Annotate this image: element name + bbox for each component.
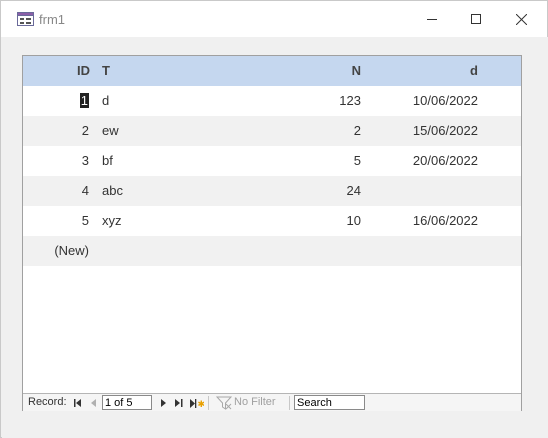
record-list: 1 d 123 10/06/2022 2 ew 2 15/06/2022 3 b…: [23, 86, 521, 266]
access-form-window: frm1 ID T N d 1 d 123 10/06/2022 2 ew 2 …: [0, 0, 548, 438]
cell-n[interactable]: 24: [223, 176, 361, 206]
cell-d[interactable]: [368, 176, 478, 206]
record-label: Record:: [28, 396, 67, 408]
last-record-icon: [175, 399, 183, 407]
close-icon: [515, 13, 527, 25]
record-position-input[interactable]: [102, 395, 152, 410]
minimize-icon: [427, 19, 437, 20]
filter-icon: [216, 396, 232, 410]
previous-record-button[interactable]: [88, 397, 100, 409]
datasheet: ID T N d 1 d 123 10/06/2022 2 ew 2 15/06…: [22, 55, 522, 411]
table-row[interactable]: 2 ew 2 15/06/2022: [23, 116, 521, 146]
cell-t[interactable]: d: [102, 86, 222, 116]
cell-n[interactable]: 10: [223, 206, 361, 236]
form-area: ID T N d 1 d 123 10/06/2022 2 ew 2 15/06…: [2, 37, 548, 438]
new-record-icon: ✱: [190, 398, 205, 408]
next-record-button[interactable]: [158, 397, 170, 409]
last-record-button[interactable]: [173, 397, 185, 409]
cell-id[interactable]: 3: [23, 146, 89, 176]
cell-id[interactable]: 5: [23, 206, 89, 236]
cell-t[interactable]: abc: [102, 176, 222, 206]
next-record-icon: [161, 399, 166, 407]
cell-n[interactable]: 123: [223, 86, 361, 116]
filter-status[interactable]: No Filter: [234, 396, 276, 408]
cell-n[interactable]: 5: [223, 146, 361, 176]
previous-record-icon: [91, 399, 96, 407]
cell-t[interactable]: xyz: [102, 206, 222, 236]
search-input[interactable]: [294, 395, 365, 410]
svg-text:✱: ✱: [198, 400, 205, 408]
cell-d[interactable]: 15/06/2022: [368, 116, 478, 146]
cell-id-value[interactable]: 1: [79, 93, 89, 108]
cell-id[interactable]: 2: [23, 116, 89, 146]
column-header-t[interactable]: T: [102, 56, 222, 86]
cell-t[interactable]: bf: [102, 146, 222, 176]
cell-id[interactable]: 1: [23, 86, 89, 116]
form-icon: [17, 12, 34, 26]
column-header-id[interactable]: ID: [23, 56, 90, 86]
cell-id[interactable]: 4: [23, 176, 89, 206]
record-navigator: Record: ✱: [23, 393, 521, 411]
close-button[interactable]: [498, 1, 544, 37]
column-header-n[interactable]: N: [223, 56, 361, 86]
cell-d[interactable]: 20/06/2022: [368, 146, 478, 176]
navigator-divider: [289, 396, 290, 410]
cell-d[interactable]: 16/06/2022: [368, 206, 478, 236]
new-record-button[interactable]: ✱: [189, 397, 205, 409]
minimize-button[interactable]: [409, 1, 455, 37]
first-record-icon: [74, 399, 81, 407]
table-row[interactable]: 5 xyz 10 16/06/2022: [23, 206, 521, 236]
column-header-d[interactable]: d: [368, 56, 478, 86]
header-row: ID T N d: [23, 56, 521, 86]
table-row[interactable]: 3 bf 5 20/06/2022: [23, 146, 521, 176]
new-record-row[interactable]: (New): [23, 236, 521, 266]
table-row[interactable]: 4 abc 24: [23, 176, 521, 206]
first-record-button[interactable]: [72, 397, 84, 409]
maximize-icon: [471, 14, 481, 24]
window-title: frm1: [39, 12, 65, 27]
cell-n[interactable]: 2: [223, 116, 361, 146]
navigator-divider: [208, 396, 209, 410]
title-bar[interactable]: frm1: [1, 1, 547, 37]
cell-d[interactable]: 10/06/2022: [368, 86, 478, 116]
maximize-button[interactable]: [453, 1, 499, 37]
cell-t[interactable]: ew: [102, 116, 222, 146]
table-row[interactable]: 1 d 123 10/06/2022: [23, 86, 521, 116]
new-record-label[interactable]: (New): [23, 236, 89, 266]
